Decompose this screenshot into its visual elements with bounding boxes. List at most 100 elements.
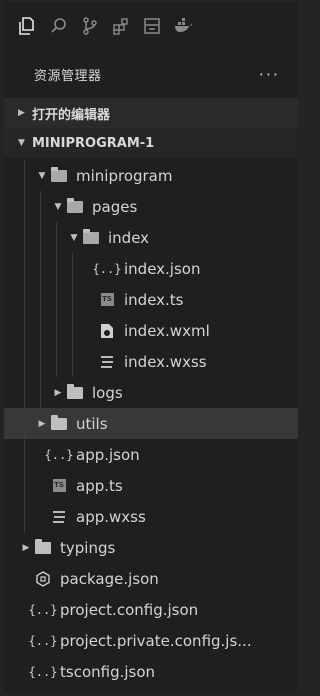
chevron-down-icon: ▼ — [18, 138, 25, 148]
indent-guide — [24, 470, 25, 501]
docker-icon[interactable] — [167, 13, 198, 39]
folder-icon — [64, 383, 86, 402]
indent-guide — [24, 253, 25, 284]
tree-item-label: index.wxml — [124, 321, 210, 340]
indent-guide — [40, 253, 41, 284]
file-row[interactable]: {..} tsconfig.json — [4, 656, 298, 687]
source-control-icon[interactable] — [74, 13, 105, 39]
tree-item-label: logs — [92, 383, 123, 402]
indent-guide — [24, 315, 25, 346]
json-file-icon: {..} — [92, 261, 122, 276]
tree-item-label: app.ts — [76, 476, 123, 495]
file-row[interactable]: index.wxml — [4, 315, 298, 346]
chevron-right-icon[interactable]: ▶ — [20, 543, 32, 553]
typescript-file-icon: TS — [48, 477, 70, 495]
chevron-right-icon: ▶ — [18, 108, 25, 118]
indent-guide — [72, 253, 73, 284]
file-row[interactable]: {..} app.json — [4, 439, 298, 470]
folder-open-icon — [48, 166, 70, 185]
indent-guide — [24, 408, 25, 439]
file-row[interactable]: TS index.ts — [4, 284, 298, 315]
indent-guide — [24, 191, 25, 222]
tree-item-label: package.json — [60, 569, 159, 588]
search-icon[interactable] — [43, 13, 74, 39]
folder-row[interactable]: ▶ typings — [4, 532, 298, 563]
tree-item-label: tsconfig.json — [60, 662, 156, 681]
tree-item-label: index — [108, 228, 150, 247]
folder-icon — [48, 414, 70, 433]
indent-guide — [40, 315, 41, 346]
indent-guide — [56, 346, 57, 377]
extensions-icon[interactable] — [105, 13, 136, 39]
indent-guide — [24, 284, 25, 315]
indent-guide — [24, 439, 25, 470]
indent-guide — [24, 160, 25, 191]
folder-row[interactable]: ▶ utils — [4, 408, 298, 439]
typescript-file-icon: TS — [96, 291, 118, 309]
file-row[interactable]: package.json — [4, 563, 298, 594]
json-file-icon: {..} — [28, 664, 58, 679]
tree-item-label: app.json — [76, 445, 140, 464]
tree-item-label: pages — [92, 197, 138, 216]
wxml-file-icon — [96, 322, 118, 340]
activity-bar — [4, 2, 298, 50]
tree-item-label: project.config.json — [60, 600, 199, 619]
stylesheet-icon — [96, 353, 118, 371]
indent-guide — [56, 315, 57, 346]
tree-item-label: index.ts — [124, 290, 184, 309]
indent-guide — [40, 346, 41, 377]
open-editors-label: 打开的编辑器 — [32, 107, 111, 123]
folder-row[interactable]: ▼ pages — [4, 191, 298, 222]
folder-row[interactable]: ▼ index — [4, 222, 298, 253]
tree-item-label: app.wxss — [76, 507, 146, 526]
tree-item-label: index.wxss — [124, 352, 207, 371]
file-row[interactable]: app.wxss — [4, 501, 298, 532]
indent-guide — [24, 377, 25, 408]
indent-guide — [72, 284, 73, 315]
file-row[interactable]: {..} project.private.config.js... — [4, 625, 298, 656]
explorer-icon[interactable] — [12, 13, 43, 39]
chevron-down-icon[interactable]: ▼ — [68, 233, 80, 243]
stylesheet-icon — [48, 508, 70, 526]
tree-item-label: typings — [60, 538, 116, 557]
file-tree: ▼ miniprogram ▼ pages ▼ index {..} index.json TS… — [4, 158, 298, 687]
chevron-right-icon[interactable]: ▶ — [36, 419, 48, 429]
indent-guide — [40, 191, 41, 222]
indent-guide — [56, 222, 57, 253]
chevron-down-icon[interactable]: ▼ — [36, 171, 48, 181]
folder-icon — [32, 538, 54, 557]
folder-row[interactable]: ▼ miniprogram — [4, 160, 298, 191]
file-row[interactable]: index.wxss — [4, 346, 298, 377]
explorer-title: 资源管理器 — [34, 68, 102, 84]
tree-item-label: index.json — [124, 259, 201, 278]
indent-guide — [56, 253, 57, 284]
npm-package-icon — [32, 570, 54, 588]
indent-guide — [24, 501, 25, 532]
file-row[interactable]: {..} index.json — [4, 253, 298, 284]
indent-guide — [24, 346, 25, 377]
json-file-icon: {..} — [28, 602, 58, 617]
tree-item-label: miniprogram — [76, 166, 173, 185]
project-section[interactable]: ▼ MINIPROGRAM-1 — [4, 128, 298, 158]
folder-row[interactable]: ▶ logs — [4, 377, 298, 408]
indent-guide — [40, 377, 41, 408]
file-row[interactable]: TS app.ts — [4, 470, 298, 501]
tree-item-label: project.private.config.js... — [60, 631, 252, 650]
indent-guide — [40, 284, 41, 315]
tree-item-label: utils — [76, 414, 108, 433]
file-row[interactable]: {..} project.config.json — [4, 594, 298, 625]
json-file-icon: {..} — [28, 633, 58, 648]
project-label: MINIPROGRAM-1 — [32, 135, 155, 151]
chevron-down-icon[interactable]: ▼ — [52, 202, 64, 212]
folder-open-icon — [64, 197, 86, 216]
explorer-header: 资源管理器 ··· — [4, 50, 298, 98]
open-editors-section[interactable]: ▶ 打开的编辑器 — [4, 98, 298, 128]
indent-guide — [40, 222, 41, 253]
more-actions-button[interactable]: ··· — [259, 65, 280, 84]
indent-guide — [56, 284, 57, 315]
preview-icon[interactable] — [136, 13, 167, 39]
indent-guide — [72, 315, 73, 346]
chevron-right-icon[interactable]: ▶ — [52, 388, 64, 398]
explorer-panel: 资源管理器 ··· ▶ 打开的编辑器 ▼ MINIPROGRAM-1 ▼ mini… — [4, 2, 298, 692]
indent-guide — [24, 222, 25, 253]
